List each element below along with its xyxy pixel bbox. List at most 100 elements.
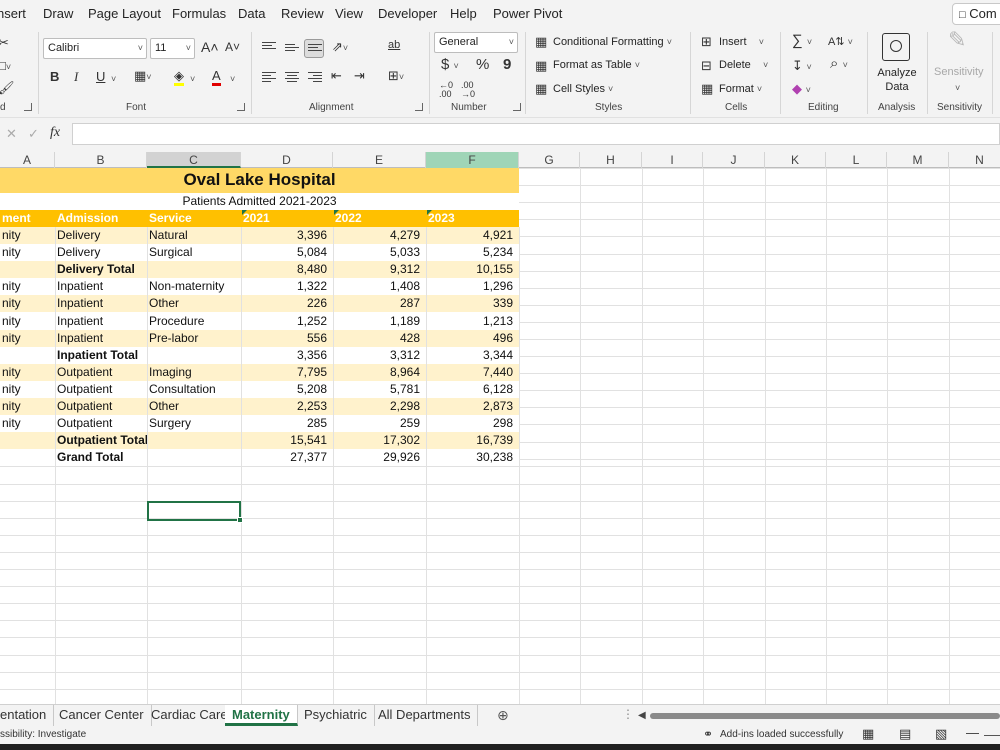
table-cell[interactable]: Outpatient [55,381,147,398]
table-cell[interactable]: 7,795 [241,364,333,381]
table-cell[interactable]: 1,322 [241,278,333,295]
borders-icon[interactable]: ▦˅ [134,69,152,84]
cancel-icon[interactable]: ✕ [6,127,17,141]
sort-filter-icon[interactable]: A⇅ ˅ [828,35,853,49]
bold-button[interactable]: B [50,70,59,84]
column-header[interactable]: J [703,152,765,168]
merge-center-icon[interactable]: ⊞˅ [388,69,404,84]
currency-icon[interactable]: $ ˅ [441,57,459,73]
menu-formulas[interactable]: Formulas [172,6,226,21]
table-cell[interactable]: 3,356 [241,347,333,364]
column-header[interactable]: I [642,152,703,168]
table-cell[interactable]: nity [0,381,55,398]
header-cell[interactable]: 2021 [241,210,333,227]
table-cell[interactable]: 30,238 [426,449,519,466]
column-header[interactable]: F [426,152,519,168]
table-cell[interactable]: 2,873 [426,398,519,415]
insert-cells-button[interactable]: Insert ˅ [719,36,764,48]
table-cell[interactable]: 1,189 [333,313,426,330]
table-cell[interactable] [0,347,55,364]
alignment-launcher-icon[interactable] [415,103,423,111]
sheet-title[interactable]: Oval Lake Hospital [0,168,519,192]
percent-icon[interactable]: % [476,57,489,72]
sheet-subtitle[interactable]: Patients Admitted 2021-2023 [0,193,519,210]
autosum-icon[interactable]: ∑ ˅ [792,33,812,49]
zoom-out-icon[interactable]: — [966,726,979,740]
tab-psychiatric[interactable]: Psychiatric [297,705,375,726]
table-cell[interactable]: Outpatient [55,415,147,432]
table-cell[interactable]: 298 [426,415,519,432]
table-cell[interactable]: 4,279 [333,227,426,244]
decrease-font-size-icon[interactable]: A˅ [225,40,240,54]
font-color-icon[interactable]: A [212,69,221,86]
table-cell[interactable]: 3,312 [333,347,426,364]
table-cell[interactable] [147,347,241,364]
table-cell[interactable]: 226 [241,295,333,312]
table-cell[interactable]: Other [147,295,241,312]
font-size-select[interactable]: 11 ˅ [150,38,195,59]
table-cell[interactable]: 556 [241,330,333,347]
table-cell[interactable]: Pre-labor [147,330,241,347]
table-cell[interactable]: 339 [426,295,519,312]
table-cell[interactable]: Delivery [55,227,147,244]
column-header[interactable]: N [949,152,1000,168]
table-cell[interactable]: 1,296 [426,278,519,295]
table-cell[interactable]: Imaging [147,364,241,381]
menu-data[interactable]: Data [238,6,265,21]
cut-icon[interactable]: ✂ [0,36,9,50]
table-cell[interactable]: nity [0,364,55,381]
column-header[interactable]: L [826,152,887,168]
font-name-select[interactable]: Calibri ˅ [43,38,147,59]
table-cell[interactable]: 2,298 [333,398,426,415]
table-cell[interactable]: 17,302 [333,432,426,449]
header-cell[interactable]: 2022 [333,210,426,227]
table-cell[interactable]: 4,921 [426,227,519,244]
wrap-text-icon[interactable]: ab [388,38,400,52]
table-cell[interactable]: 285 [241,415,333,432]
increase-decimal-icon[interactable]: ←0.00 [439,81,453,99]
table-cell[interactable]: 5,033 [333,244,426,261]
table-cell[interactable]: 3,344 [426,347,519,364]
normal-view-icon[interactable]: ▦ [862,727,874,741]
decrease-decimal-icon[interactable]: .00 →0 [461,81,475,99]
header-cell[interactable]: Admission [55,210,147,227]
table-cell[interactable]: 5,208 [241,381,333,398]
table-cell[interactable]: Delivery [55,244,147,261]
page-layout-view-icon[interactable]: ▤ [899,727,911,741]
column-header[interactable]: G [519,152,580,168]
table-cell[interactable]: 8,964 [333,364,426,381]
delete-cells-button[interactable]: Delete ˅ [719,59,768,71]
table-cell[interactable]: nity [0,244,55,261]
menu-page-layout[interactable]: Page Layout [88,6,161,21]
horizontal-scrollbar[interactable] [650,713,1000,719]
table-cell[interactable]: Outpatient [55,398,147,415]
table-cell[interactable]: Inpatient [55,313,147,330]
column-header[interactable]: M [887,152,949,168]
chevron-down-icon[interactable]: ˅ [190,71,195,86]
underline-button[interactable]: U [96,70,105,84]
table-cell[interactable] [0,432,55,449]
table-cell[interactable]: 27,377 [241,449,333,466]
decrease-indent-icon[interactable]: ⇤ [331,69,342,83]
table-cell[interactable]: 496 [426,330,519,347]
tab-all-departments[interactable]: All Departments [371,705,479,726]
table-cell[interactable]: 2,253 [241,398,333,415]
table-cell[interactable] [0,449,55,466]
menu-power-pivot[interactable]: Power Pivot [493,6,562,21]
table-cell[interactable]: 7,440 [426,364,519,381]
tab-cancer-center[interactable]: Cancer Center [52,705,152,726]
copy-icon[interactable]: □˅ [0,59,11,74]
menu-help[interactable]: Help [450,6,477,21]
table-cell[interactable] [0,261,55,278]
table-cell[interactable]: 6,128 [426,381,519,398]
table-cell[interactable]: Grand Total [55,449,147,466]
table-cell[interactable]: Inpatient Total [55,347,147,364]
menu-developer[interactable]: Developer [378,6,437,21]
table-cell[interactable]: 29,926 [333,449,426,466]
clipboard-launcher-icon[interactable] [24,103,32,111]
cell-styles-button[interactable]: Cell Styles ˅ [553,83,613,95]
menu-review[interactable]: Review [281,6,324,21]
table-cell[interactable]: 1,408 [333,278,426,295]
table-cell[interactable]: Procedure [147,313,241,330]
table-cell[interactable]: Delivery Total [55,261,147,278]
